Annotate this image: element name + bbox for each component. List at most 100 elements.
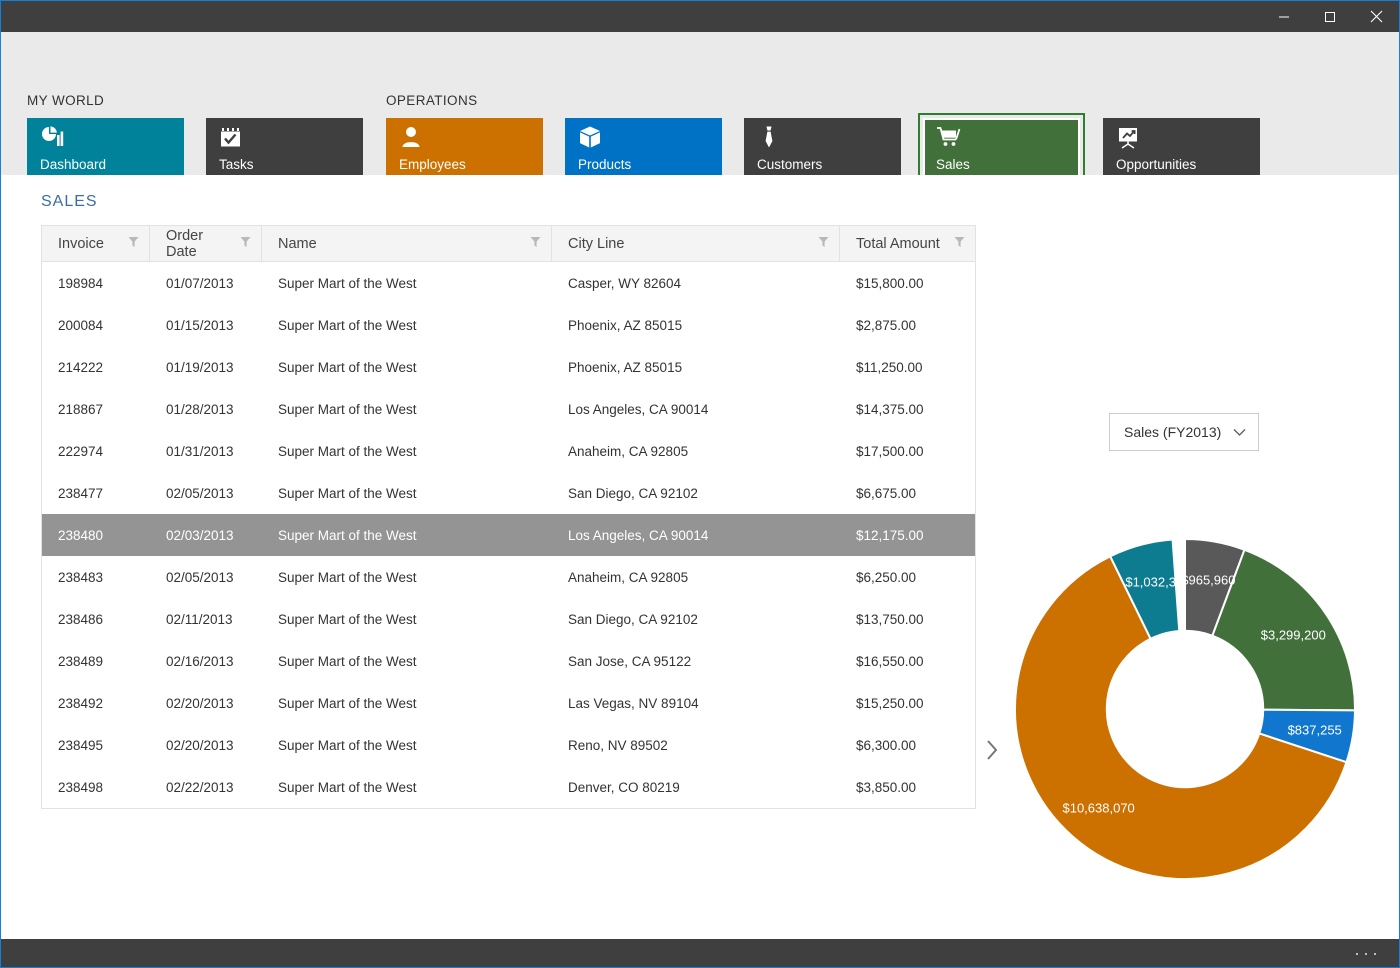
app-window: MY WORLD OPERATIONS Dashboard Tasks Empl… bbox=[0, 0, 1400, 968]
tile-tasks[interactable]: Tasks bbox=[206, 118, 363, 178]
tile-label: Dashboard bbox=[40, 156, 107, 172]
table-row[interactable]: 238483 02/05/2013 Super Mart of the West An… bbox=[42, 556, 975, 598]
cell-order_date: 01/28/2013 bbox=[166, 401, 234, 417]
cell-city_line: Phoenix, AZ 85015 bbox=[568, 359, 683, 375]
nav-group-label-operations: OPERATIONS bbox=[386, 93, 478, 108]
table-row[interactable]: 222974 01/31/2013 Super Mart of the West An… bbox=[42, 430, 975, 472]
table-row[interactable]: 238498 02/22/2013 Super Mart of the West De… bbox=[42, 766, 975, 808]
column-header-label: Total Amount bbox=[856, 235, 940, 252]
tile-label: Customers bbox=[757, 156, 823, 172]
cell-invoice: 238477 bbox=[58, 485, 104, 501]
cell-total_amount: $16,550.00 bbox=[856, 653, 924, 669]
cell-invoice: 222974 bbox=[58, 443, 104, 459]
cell-order_date: 02/20/2013 bbox=[166, 695, 234, 711]
close-button[interactable] bbox=[1353, 1, 1399, 32]
table-row[interactable]: 238477 02/05/2013 Super Mart of the West Sa… bbox=[42, 472, 975, 514]
table-row[interactable]: 214222 01/19/2013 Super Mart of the West Ph… bbox=[42, 346, 975, 388]
cell-order_date: 02/16/2013 bbox=[166, 653, 234, 669]
column-header-total-amount[interactable]: Total Amount bbox=[840, 226, 975, 261]
cell-total_amount: $17,500.00 bbox=[856, 443, 924, 459]
table-row[interactable]: 238489 02/16/2013 Super Mart of the West Sa… bbox=[42, 640, 975, 682]
tile-customers[interactable]: Customers bbox=[744, 118, 901, 178]
sales-donut-chart: $965,960 $3,299,200 $837,255 $10,638,070 $1,… bbox=[1009, 533, 1361, 885]
cell-total_amount: $14,375.00 bbox=[856, 401, 924, 417]
grid-expander-button[interactable] bbox=[979, 735, 1005, 769]
table-row[interactable]: 238480 02/03/2013 Super Mart of the West Lo… bbox=[42, 514, 975, 556]
cell-city_line: Los Angeles, CA 90014 bbox=[568, 401, 709, 417]
cell-order_date: 01/31/2013 bbox=[166, 443, 234, 459]
cell-total_amount: $2,875.00 bbox=[856, 317, 917, 333]
cell-name: Super Mart of the West bbox=[278, 275, 417, 291]
chart-series-select[interactable]: Sales (FY2013) bbox=[1109, 413, 1259, 451]
tile-sales[interactable]: Sales bbox=[918, 113, 1085, 183]
tile-dashboard[interactable]: Dashboard bbox=[27, 118, 184, 178]
cell-invoice: 238483 bbox=[58, 569, 104, 585]
table-row[interactable]: 238495 02/20/2013 Super Mart of the West Re… bbox=[42, 724, 975, 766]
filter-icon[interactable] bbox=[954, 236, 965, 252]
tile-navigation-bar: MY WORLD OPERATIONS Dashboard Tasks Empl… bbox=[1, 32, 1399, 183]
column-header-name[interactable]: Name bbox=[262, 226, 552, 261]
cell-name: Super Mart of the West bbox=[278, 317, 417, 333]
column-header-invoice[interactable]: Invoice bbox=[42, 226, 150, 261]
tile-employees[interactable]: Employees bbox=[386, 118, 543, 178]
table-row[interactable]: 198984 01/07/2013 Super Mart of the West Ca… bbox=[42, 262, 975, 304]
table-row[interactable]: 238492 02/20/2013 Super Mart of the West La… bbox=[42, 682, 975, 724]
shopping-cart-icon bbox=[936, 125, 1080, 156]
cell-invoice: 238486 bbox=[58, 611, 104, 627]
cell-name: Super Mart of the West bbox=[278, 695, 417, 711]
tile-products[interactable]: Products bbox=[565, 118, 722, 178]
cell-order_date: 02/22/2013 bbox=[166, 779, 234, 795]
tile-label: Sales bbox=[936, 156, 970, 172]
content-area: SALES Invoice Order Date Name City Line … bbox=[1, 175, 1399, 939]
cell-order_date: 02/20/2013 bbox=[166, 737, 234, 753]
cell-total_amount: $13,750.00 bbox=[856, 611, 924, 627]
cell-order_date: 02/11/2013 bbox=[166, 611, 233, 627]
table-row[interactable]: 238486 02/11/2013 Super Mart of the West Sa… bbox=[42, 598, 975, 640]
cell-invoice: 198984 bbox=[58, 275, 104, 291]
cell-invoice: 238489 bbox=[58, 653, 104, 669]
presentation-chart-icon bbox=[1116, 125, 1260, 156]
nav-group-label-my-world: MY WORLD bbox=[27, 93, 105, 108]
table-row[interactable]: 218867 01/28/2013 Super Mart of the West Lo… bbox=[42, 388, 975, 430]
maximize-button[interactable] bbox=[1307, 1, 1353, 32]
cell-total_amount: $15,250.00 bbox=[856, 695, 924, 711]
filter-icon[interactable] bbox=[818, 236, 829, 252]
donut-svg bbox=[1014, 537, 1357, 880]
cell-total_amount: $15,800.00 bbox=[856, 275, 924, 291]
cell-name: Super Mart of the West bbox=[278, 359, 417, 375]
chevron-down-icon bbox=[1233, 424, 1246, 440]
tile-label: Tasks bbox=[219, 156, 254, 172]
calendar-check-icon bbox=[219, 125, 363, 156]
dashboard-chart-icon bbox=[40, 125, 184, 156]
cell-order_date: 01/07/2013 bbox=[166, 275, 234, 291]
cell-name: Super Mart of the West bbox=[278, 401, 417, 417]
tile-list: Dashboard Tasks Employees Products Custo… bbox=[1, 113, 1399, 183]
cell-invoice: 214222 bbox=[58, 359, 104, 375]
cell-order_date: 01/19/2013 bbox=[166, 359, 234, 375]
filter-icon[interactable] bbox=[128, 236, 139, 252]
filter-icon[interactable] bbox=[530, 236, 541, 252]
overflow-menu-button[interactable]: ··· bbox=[1354, 944, 1381, 962]
filter-icon[interactable] bbox=[240, 236, 251, 252]
cell-city_line: Anaheim, CA 92805 bbox=[568, 569, 689, 585]
table-row[interactable]: 200084 01/15/2013 Super Mart of the West Ph… bbox=[42, 304, 975, 346]
chevron-right-icon bbox=[985, 739, 999, 766]
person-icon bbox=[399, 125, 543, 156]
cell-invoice: 218867 bbox=[58, 401, 104, 417]
cell-total_amount: $6,675.00 bbox=[856, 485, 917, 501]
grid-body: 198984 01/07/2013 Super Mart of the West Ca… bbox=[42, 262, 975, 808]
column-header-city-line[interactable]: City Line bbox=[552, 226, 840, 261]
cell-name: Super Mart of the West bbox=[278, 527, 417, 543]
column-header-order-date[interactable]: Order Date bbox=[150, 226, 262, 261]
tile-opportunities[interactable]: Opportunities bbox=[1103, 118, 1260, 178]
minimize-button[interactable] bbox=[1261, 1, 1307, 32]
cell-city_line: Anaheim, CA 92805 bbox=[568, 443, 689, 459]
column-header-label: Name bbox=[278, 235, 317, 252]
cell-name: Super Mart of the West bbox=[278, 653, 417, 669]
cell-name: Super Mart of the West bbox=[278, 779, 417, 795]
cell-order_date: 02/05/2013 bbox=[166, 569, 234, 585]
cell-order_date: 01/15/2013 bbox=[166, 317, 234, 333]
cell-name: Super Mart of the West bbox=[278, 485, 417, 501]
cell-name: Super Mart of the West bbox=[278, 737, 417, 753]
cell-order_date: 02/05/2013 bbox=[166, 485, 234, 501]
